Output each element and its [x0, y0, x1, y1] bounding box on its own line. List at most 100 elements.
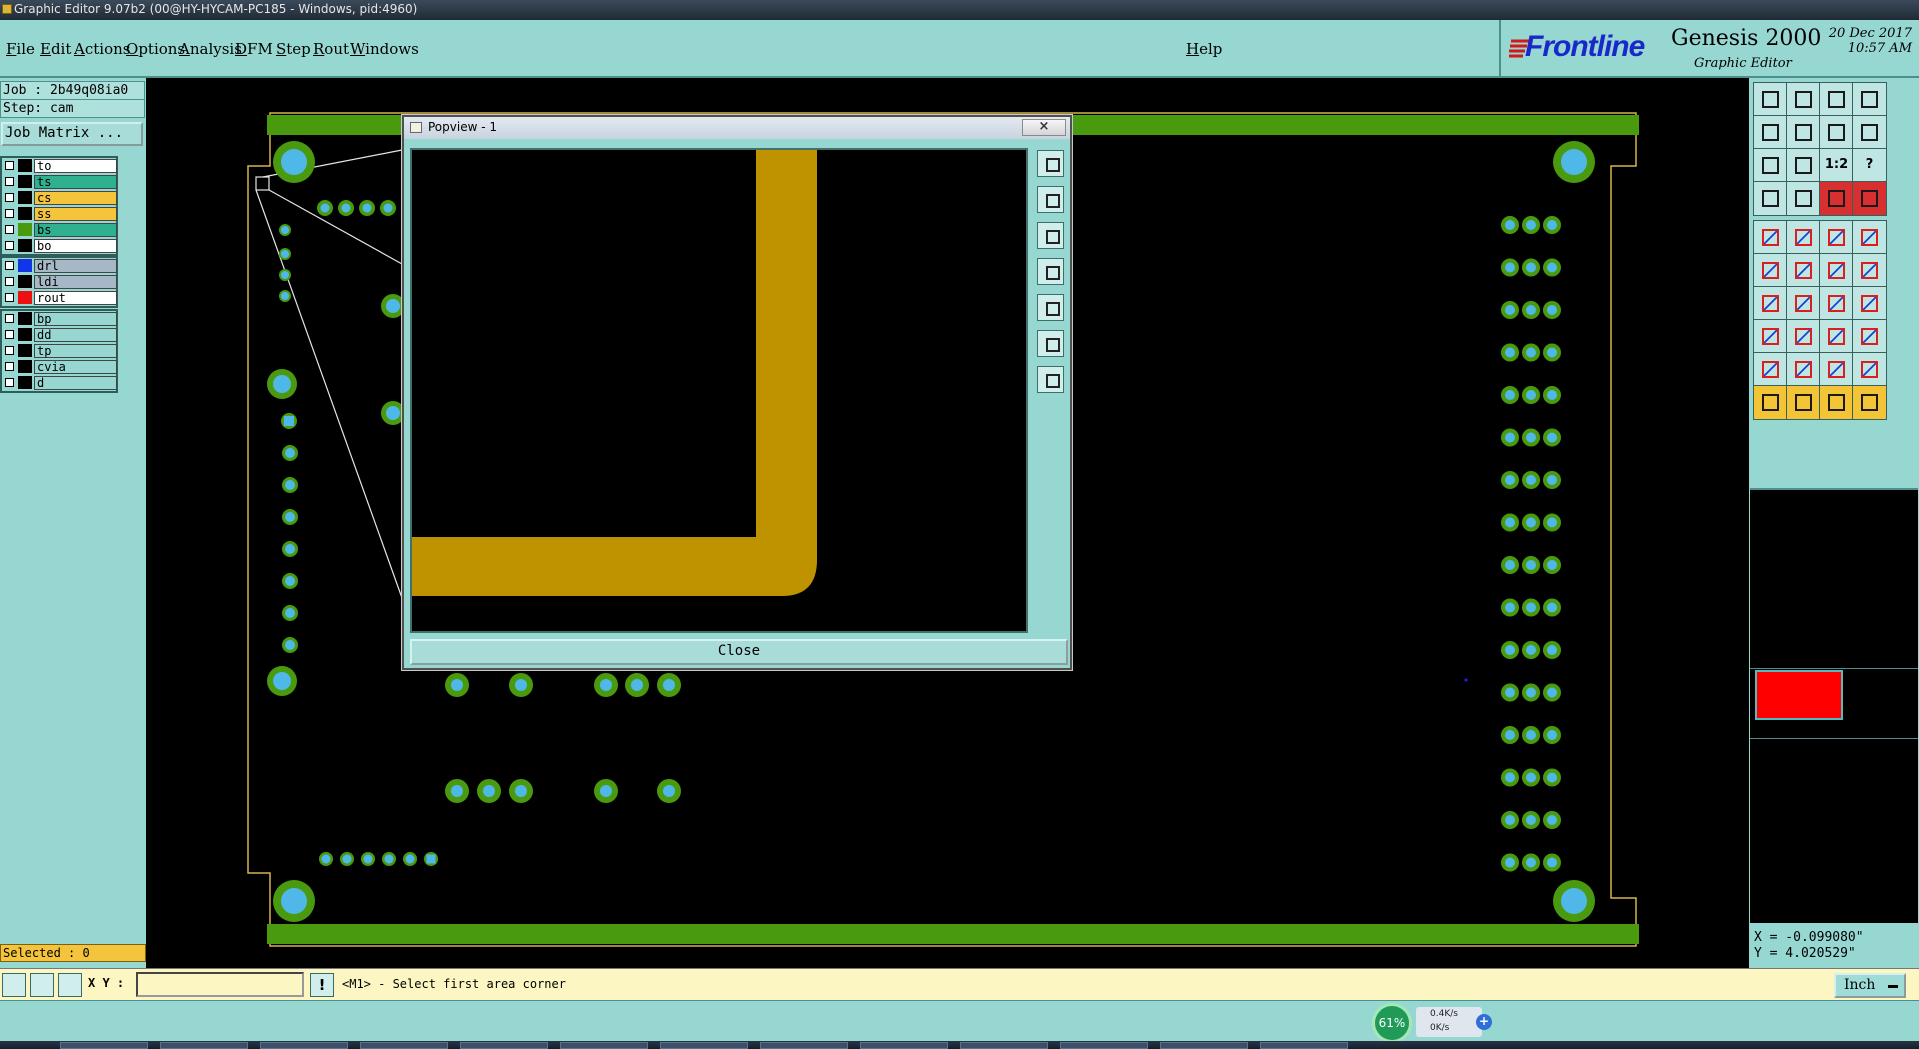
menu-actions[interactable]: Actions — [74, 40, 130, 58]
menu-dfm[interactable]: DFM — [235, 40, 273, 58]
layer-name[interactable]: d — [34, 376, 117, 390]
layer-checkbox[interactable] — [5, 193, 14, 202]
pointer-icon[interactable] — [1753, 385, 1788, 420]
menu-rout[interactable]: Rout — [313, 40, 349, 58]
taskbar-item[interactable] — [360, 1042, 448, 1049]
taskbar-item[interactable] — [60, 1042, 148, 1049]
taskbar-item[interactable] — [1060, 1042, 1148, 1049]
segment-alt-icon[interactable] — [1852, 253, 1887, 288]
layer-color-indicator[interactable] — [18, 275, 32, 288]
layer-checkbox[interactable] — [5, 314, 14, 323]
layer-color-indicator[interactable] — [18, 175, 32, 188]
layer-color-indicator[interactable] — [18, 312, 32, 325]
warning-icon[interactable]: ! — [310, 973, 334, 997]
layer-row-cvia[interactable]: cvia — [2, 359, 117, 375]
layer-color-indicator[interactable] — [18, 344, 32, 357]
taskbar-item[interactable] — [660, 1042, 748, 1049]
taskbar-item[interactable] — [1160, 1042, 1248, 1049]
layer-name[interactable]: drl — [34, 259, 117, 273]
segment-icon[interactable] — [1819, 253, 1854, 288]
slash-icon[interactable] — [1786, 286, 1821, 321]
menu-step[interactable]: Step — [276, 40, 311, 58]
layer-row-bs[interactable]: bs — [2, 222, 117, 238]
import-icon[interactable] — [1786, 82, 1821, 117]
popview-canvas[interactable] — [410, 148, 1028, 633]
layer-color-indicator[interactable] — [18, 207, 32, 220]
layer-checkbox[interactable] — [5, 161, 14, 170]
layer-row-drl[interactable]: drl — [2, 258, 117, 274]
pointer-multi-icon[interactable] — [1852, 385, 1887, 420]
bar-icon[interactable] — [1786, 319, 1821, 354]
layer-name[interactable]: ts — [34, 175, 117, 189]
layer-checkbox[interactable] — [5, 177, 14, 186]
layer-color-indicator[interactable] — [18, 159, 32, 172]
zoom-home-icon[interactable] — [1037, 150, 1064, 177]
pan-right-icon[interactable] — [1037, 294, 1064, 321]
redo-icon[interactable] — [1852, 115, 1887, 150]
pan-right-icon[interactable] — [1786, 115, 1821, 150]
layer-color-indicator[interactable] — [18, 239, 32, 252]
zoom-fit-icon[interactable] — [1753, 148, 1788, 183]
layer-name[interactable]: cvia — [34, 360, 117, 374]
taskbar-item[interactable] — [460, 1042, 548, 1049]
layer-row-dd[interactable]: dd — [2, 327, 117, 343]
zoom-in-icon[interactable] — [1037, 186, 1064, 213]
layer-checkbox[interactable] — [5, 330, 14, 339]
taskbar-item[interactable] — [960, 1042, 1048, 1049]
fit-all-icon[interactable] — [1037, 366, 1064, 393]
layer-color-indicator[interactable] — [18, 291, 32, 304]
layer-checkbox[interactable] — [5, 293, 14, 302]
zoom-area-icon[interactable] — [1786, 148, 1821, 183]
pad-move-icon[interactable] — [1753, 319, 1788, 354]
grid-icon[interactable] — [1786, 181, 1821, 216]
unit-select[interactable]: Inch — [1834, 973, 1906, 998]
popview-title-bar[interactable]: Popview - 1 × — [404, 117, 1070, 139]
fit-icon[interactable] — [1037, 330, 1064, 357]
layer-name[interactable]: bs — [34, 223, 117, 237]
taskbar-item[interactable] — [160, 1042, 248, 1049]
menu-help[interactable]: Help — [1186, 40, 1222, 58]
angle-icon[interactable] — [1753, 286, 1788, 321]
layer-checkbox[interactable] — [5, 277, 14, 286]
triangle-icon[interactable] — [1753, 352, 1788, 387]
layer-row-ts[interactable]: ts — [2, 174, 117, 190]
taskbar-item[interactable] — [860, 1042, 948, 1049]
layer-name[interactable]: dd — [34, 328, 117, 342]
layer-name[interactable]: cs — [34, 191, 117, 205]
pad-icon[interactable] — [1753, 220, 1788, 255]
taskbar-item[interactable] — [1260, 1042, 1348, 1049]
home-icon[interactable] — [1819, 82, 1854, 117]
layer-color-indicator[interactable] — [18, 376, 32, 389]
layer-checkbox[interactable] — [5, 225, 14, 234]
layer-row-ldi[interactable]: ldi — [2, 274, 117, 290]
layer-row-bp[interactable]: bp — [2, 311, 117, 327]
menu-options[interactable]: Options — [126, 40, 185, 58]
add-icon[interactable]: + — [1476, 1014, 1492, 1030]
grid-mode-icon[interactable] — [58, 973, 82, 997]
line-icon[interactable] — [1786, 220, 1821, 255]
snap-icon[interactable] — [1753, 181, 1788, 216]
layer-color-indicator[interactable] — [18, 328, 32, 341]
snap-mode-icon[interactable] — [2, 973, 26, 997]
stop-icon[interactable] — [1852, 220, 1887, 255]
connect-icon[interactable] — [1753, 253, 1788, 288]
query-icon[interactable]: ? — [1852, 148, 1887, 183]
resize-icon[interactable] — [1819, 319, 1854, 354]
menu-edit[interactable]: Edit — [40, 40, 71, 58]
menu-file[interactable]: File — [6, 40, 35, 58]
drc-icon[interactable] — [1819, 181, 1854, 216]
layer-checkbox[interactable] — [5, 362, 14, 371]
layer-name[interactable]: ldi — [34, 275, 117, 289]
drc-alt-icon[interactable] — [1852, 181, 1887, 216]
menu-analysis[interactable]: Analysis — [179, 40, 242, 58]
pan-left-icon[interactable] — [1037, 258, 1064, 285]
layer-color-indicator[interactable] — [18, 223, 32, 236]
layer-row-rout[interactable]: rout — [2, 290, 117, 306]
layer-color-indicator[interactable] — [18, 259, 32, 272]
outline-icon[interactable] — [1852, 352, 1887, 387]
layer-color-indicator[interactable] — [18, 191, 32, 204]
layer-checkbox[interactable] — [5, 241, 14, 250]
duplicate-icon[interactable] — [1852, 319, 1887, 354]
window-icon[interactable] — [1852, 82, 1887, 117]
layer-row-d[interactable]: d — [2, 375, 117, 391]
